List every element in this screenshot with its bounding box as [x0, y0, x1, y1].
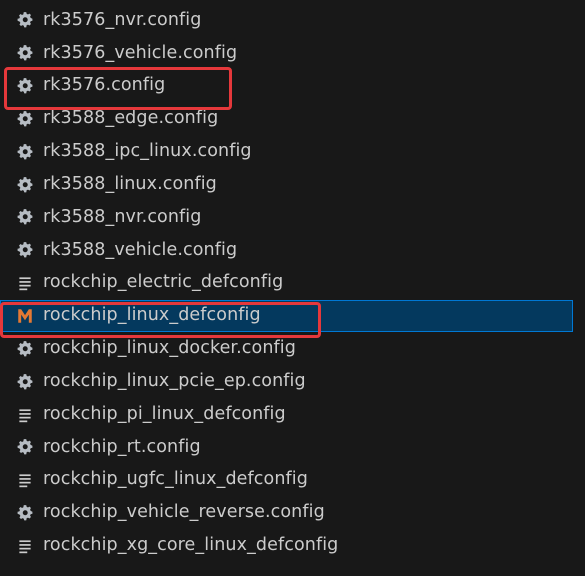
file-name: rk3588_nvr.config: [43, 206, 202, 227]
file-row[interactable]: rockchip_linux_docker.config: [0, 332, 585, 365]
gear-icon: [16, 143, 34, 161]
file-name: rockchip_linux_docker.config: [43, 338, 296, 359]
gear-icon: [16, 11, 34, 29]
file-row[interactable]: rockchip_xg_core_linux_defconfig: [0, 530, 585, 563]
gear-icon: [16, 110, 34, 128]
makefile-m-icon: [16, 307, 34, 325]
file-row[interactable]: rk3588_ipc_linux.config: [0, 135, 585, 168]
file-name: rk3588_linux.config: [43, 173, 217, 194]
gear-icon: [16, 438, 34, 456]
lines-icon: [16, 406, 34, 424]
gear-icon: [16, 176, 34, 194]
file-row[interactable]: rk3588_edge.config: [0, 103, 585, 136]
gear-icon: [16, 44, 34, 62]
file-explorer-tree: rk3576_nvr.config rk3576_vehicle.config …: [0, 4, 585, 562]
file-name: rk3588_vehicle.config: [43, 239, 238, 260]
file-row[interactable]: rk3588_nvr.config: [0, 201, 585, 234]
file-row[interactable]: rockchip_ugfc_linux_defconfig: [0, 464, 585, 497]
lines-icon: [16, 471, 34, 489]
file-row[interactable]: rk3576.config: [0, 70, 585, 103]
file-name: rk3588_ipc_linux.config: [43, 141, 252, 162]
file-row[interactable]: rk3576_vehicle.config: [0, 37, 585, 70]
file-row-selected[interactable]: rockchip_linux_defconfig: [0, 299, 573, 333]
file-name: rk3588_edge.config: [43, 108, 219, 129]
file-name: rk3576_nvr.config: [43, 9, 202, 30]
gear-icon: [16, 504, 34, 522]
file-name: rockchip_rt.config: [43, 436, 201, 457]
file-name: rockchip_xg_core_linux_defconfig: [43, 535, 339, 556]
file-row[interactable]: rk3576_nvr.config: [0, 4, 585, 37]
file-row[interactable]: rockchip_pi_linux_defconfig: [0, 398, 585, 431]
file-row[interactable]: rockchip_rt.config: [0, 431, 585, 464]
file-row[interactable]: rockchip_linux_pcie_ep.config: [0, 365, 585, 398]
file-name: rockchip_linux_pcie_ep.config: [43, 370, 306, 391]
gear-icon: [16, 241, 34, 259]
file-row[interactable]: rk3588_linux.config: [0, 168, 585, 201]
lines-icon: [16, 274, 34, 292]
file-name: rockchip_vehicle_reverse.config: [43, 502, 325, 523]
lines-icon: [16, 537, 34, 555]
gear-icon: [16, 340, 34, 358]
file-name: rk3576.config: [43, 75, 166, 96]
file-name: rockchip_ugfc_linux_defconfig: [43, 469, 308, 490]
gear-icon: [16, 208, 34, 226]
file-name: rk3576_vehicle.config: [43, 42, 238, 63]
gear-icon: [16, 77, 34, 95]
file-row[interactable]: rockchip_electric_defconfig: [0, 267, 585, 300]
file-row[interactable]: rockchip_vehicle_reverse.config: [0, 497, 585, 530]
file-row[interactable]: rk3588_vehicle.config: [0, 234, 585, 267]
file-name: rockchip_linux_defconfig: [43, 305, 261, 326]
file-name: rockchip_electric_defconfig: [43, 272, 284, 293]
file-name: rockchip_pi_linux_defconfig: [43, 403, 286, 424]
gear-icon: [16, 373, 34, 391]
